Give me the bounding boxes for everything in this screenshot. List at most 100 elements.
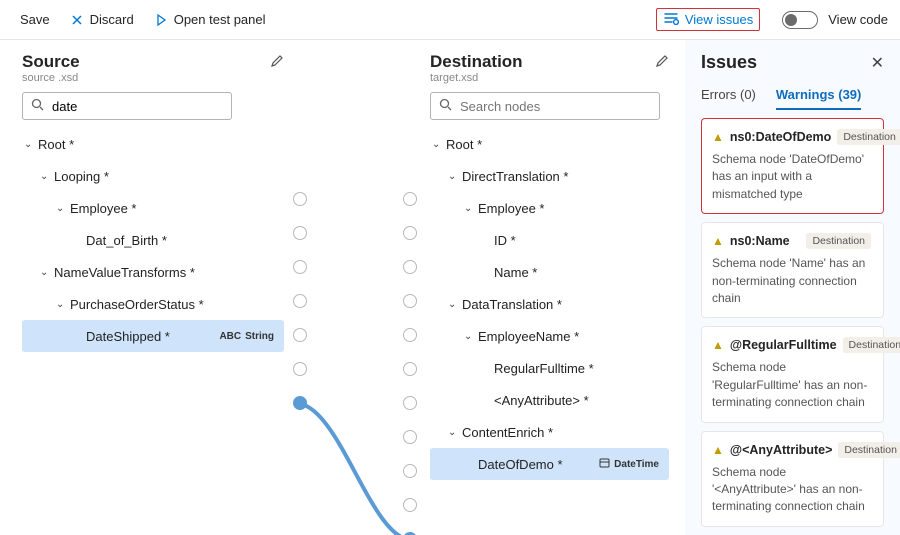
source-search-input[interactable]: [50, 98, 230, 115]
chevron-down-icon: ⌄: [464, 203, 476, 214]
issues-tabs: Errors (0) Warnings (39): [701, 87, 884, 110]
tree-node-contentenrich[interactable]: ⌄ ContentEnrich *: [430, 416, 669, 448]
tree-node-nvt[interactable]: ⌄ NameValueTransforms *: [22, 256, 284, 288]
chevron-down-icon: ⌄: [432, 139, 444, 150]
port[interactable]: [403, 362, 417, 376]
open-test-panel-label: Open test panel: [174, 12, 266, 27]
chevron-down-icon: ⌄: [56, 203, 68, 214]
chevron-down-icon: ⌄: [448, 427, 460, 438]
tree-node-dob[interactable]: Dat_of_Birth *: [22, 224, 284, 256]
abc-icon: ABC: [219, 331, 241, 342]
search-icon: [439, 98, 452, 114]
chevron-down-icon: ⌄: [40, 171, 52, 182]
tree-node-pos[interactable]: ⌄ PurchaseOrderStatus *: [22, 288, 284, 320]
destination-search[interactable]: [430, 92, 660, 120]
tree-node-regft[interactable]: RegularFulltime *: [430, 352, 669, 384]
location-badge: Destination: [843, 337, 900, 353]
canvas-middle: [300, 40, 410, 535]
connection-line[interactable]: [300, 403, 410, 535]
tree-node-datatrans[interactable]: ⌄ DataTranslation *: [430, 288, 669, 320]
chevron-down-icon: ⌄: [56, 299, 68, 310]
source-tree: ⌄ Root * ⌄ Looping * ⌄ Employee * Dat_of…: [22, 128, 284, 352]
issue-card[interactable]: ▲ ns0:DateOfDemo Destination Schema node…: [701, 118, 884, 214]
tree-node-dateofdemo[interactable]: DateOfDemo * DateTime: [430, 448, 669, 480]
view-issues-label: View issues: [685, 12, 753, 27]
tree-node-employee[interactable]: ⌄ Employee *: [22, 192, 284, 224]
view-issues-button[interactable]: View issues: [656, 8, 760, 31]
toggle-knob: [785, 14, 797, 26]
type-datetime-badge: DateTime: [599, 457, 669, 471]
issues-title: Issues: [701, 52, 757, 73]
tree-node-root[interactable]: ⌄ Root *: [22, 128, 284, 160]
discard-icon: [70, 13, 84, 27]
destination-subtitle: target.xsd: [430, 72, 669, 84]
port[interactable]: [403, 464, 417, 478]
tree-node-dateshipped[interactable]: DateShipped * ABC String: [22, 320, 284, 352]
port[interactable]: [403, 192, 417, 206]
discard-label: Discard: [90, 12, 134, 27]
chevron-down-icon: ⌄: [448, 171, 460, 182]
tab-warnings[interactable]: Warnings (39): [776, 87, 861, 110]
issue-message: Schema node 'RegularFulltime' has an non…: [712, 359, 871, 411]
issue-card[interactable]: ▲ ns0:Name Destination Schema node 'Name…: [701, 222, 884, 318]
tree-node-anyattr[interactable]: <AnyAttribute> *: [430, 384, 669, 416]
calendar-icon: [599, 457, 610, 471]
chevron-down-icon: ⌄: [24, 139, 36, 150]
port[interactable]: [403, 396, 417, 410]
type-string-badge: ABC String: [219, 331, 284, 342]
destination-title: Destination: [430, 52, 523, 72]
chevron-down-icon: ⌄: [40, 267, 52, 278]
destination-pane: Destination target.xsd ⌄ Root * ⌄: [410, 40, 685, 535]
source-search[interactable]: [22, 92, 232, 120]
play-icon: [154, 13, 168, 27]
port[interactable]: [403, 328, 417, 342]
tree-node-empname[interactable]: ⌄ EmployeeName *: [430, 320, 669, 352]
warning-icon: ▲: [712, 443, 724, 457]
edit-destination-icon[interactable]: [655, 54, 669, 71]
source-title: Source: [22, 52, 80, 72]
tab-errors[interactable]: Errors (0): [701, 87, 756, 110]
port[interactable]: [403, 430, 417, 444]
source-pane: Source source .xsd ⌄ Root * ⌄ Looping * …: [0, 40, 300, 535]
issues-icon: [663, 11, 679, 28]
issues-panel: Issues ✕ Errors (0) Warnings (39) ▲ ns0:…: [685, 40, 900, 535]
top-toolbar: Save Discard Open test panel View issues…: [0, 0, 900, 40]
issue-message: Schema node 'Name' has an non-terminatin…: [712, 255, 871, 307]
tree-node-direct[interactable]: ⌄ DirectTranslation *: [430, 160, 669, 192]
location-badge: Destination: [838, 442, 900, 458]
save-label: Save: [20, 12, 50, 27]
issue-message: Schema node '<AnyAttribute>' has an non-…: [712, 464, 871, 516]
issues-list: ▲ ns0:DateOfDemo Destination Schema node…: [701, 118, 884, 527]
close-issues-icon[interactable]: ✕: [871, 53, 884, 73]
open-test-panel-button[interactable]: Open test panel: [146, 8, 274, 31]
source-subtitle: source .xsd: [22, 72, 284, 84]
chevron-down-icon: ⌄: [448, 299, 460, 310]
issue-card[interactable]: ▲ @RegularFulltime Destination Schema no…: [701, 326, 884, 422]
view-code-label: View code: [828, 12, 888, 27]
port[interactable]: [403, 260, 417, 274]
tree-node-id[interactable]: ID *: [430, 224, 669, 256]
destination-tree: ⌄ Root * ⌄ DirectTranslation * ⌄ Employe…: [430, 128, 669, 480]
save-button[interactable]: Save: [12, 8, 58, 31]
search-icon: [31, 98, 44, 114]
main-area: Source source .xsd ⌄ Root * ⌄ Looping * …: [0, 40, 900, 535]
issue-card[interactable]: ▲ @<AnyAttribute> Destination Schema nod…: [701, 431, 884, 527]
destination-search-input[interactable]: [458, 98, 651, 115]
tree-node-root[interactable]: ⌄ Root *: [430, 128, 669, 160]
tree-node-name[interactable]: Name *: [430, 256, 669, 288]
location-badge: Destination: [806, 233, 871, 249]
location-badge: Destination: [837, 129, 900, 145]
warning-icon: ▲: [712, 234, 724, 248]
port[interactable]: [403, 226, 417, 240]
edit-source-icon[interactable]: [270, 54, 284, 71]
warning-icon: ▲: [712, 130, 724, 144]
warning-icon: ▲: [712, 338, 724, 352]
tree-node-employee[interactable]: ⌄ Employee *: [430, 192, 669, 224]
tree-node-looping[interactable]: ⌄ Looping *: [22, 160, 284, 192]
port[interactable]: [403, 294, 417, 308]
discard-button[interactable]: Discard: [62, 8, 142, 31]
view-code-toggle[interactable]: [782, 11, 818, 29]
issue-message: Schema node 'DateOfDemo' has an input wi…: [712, 151, 871, 203]
chevron-down-icon: ⌄: [464, 331, 476, 342]
port[interactable]: [403, 498, 417, 512]
